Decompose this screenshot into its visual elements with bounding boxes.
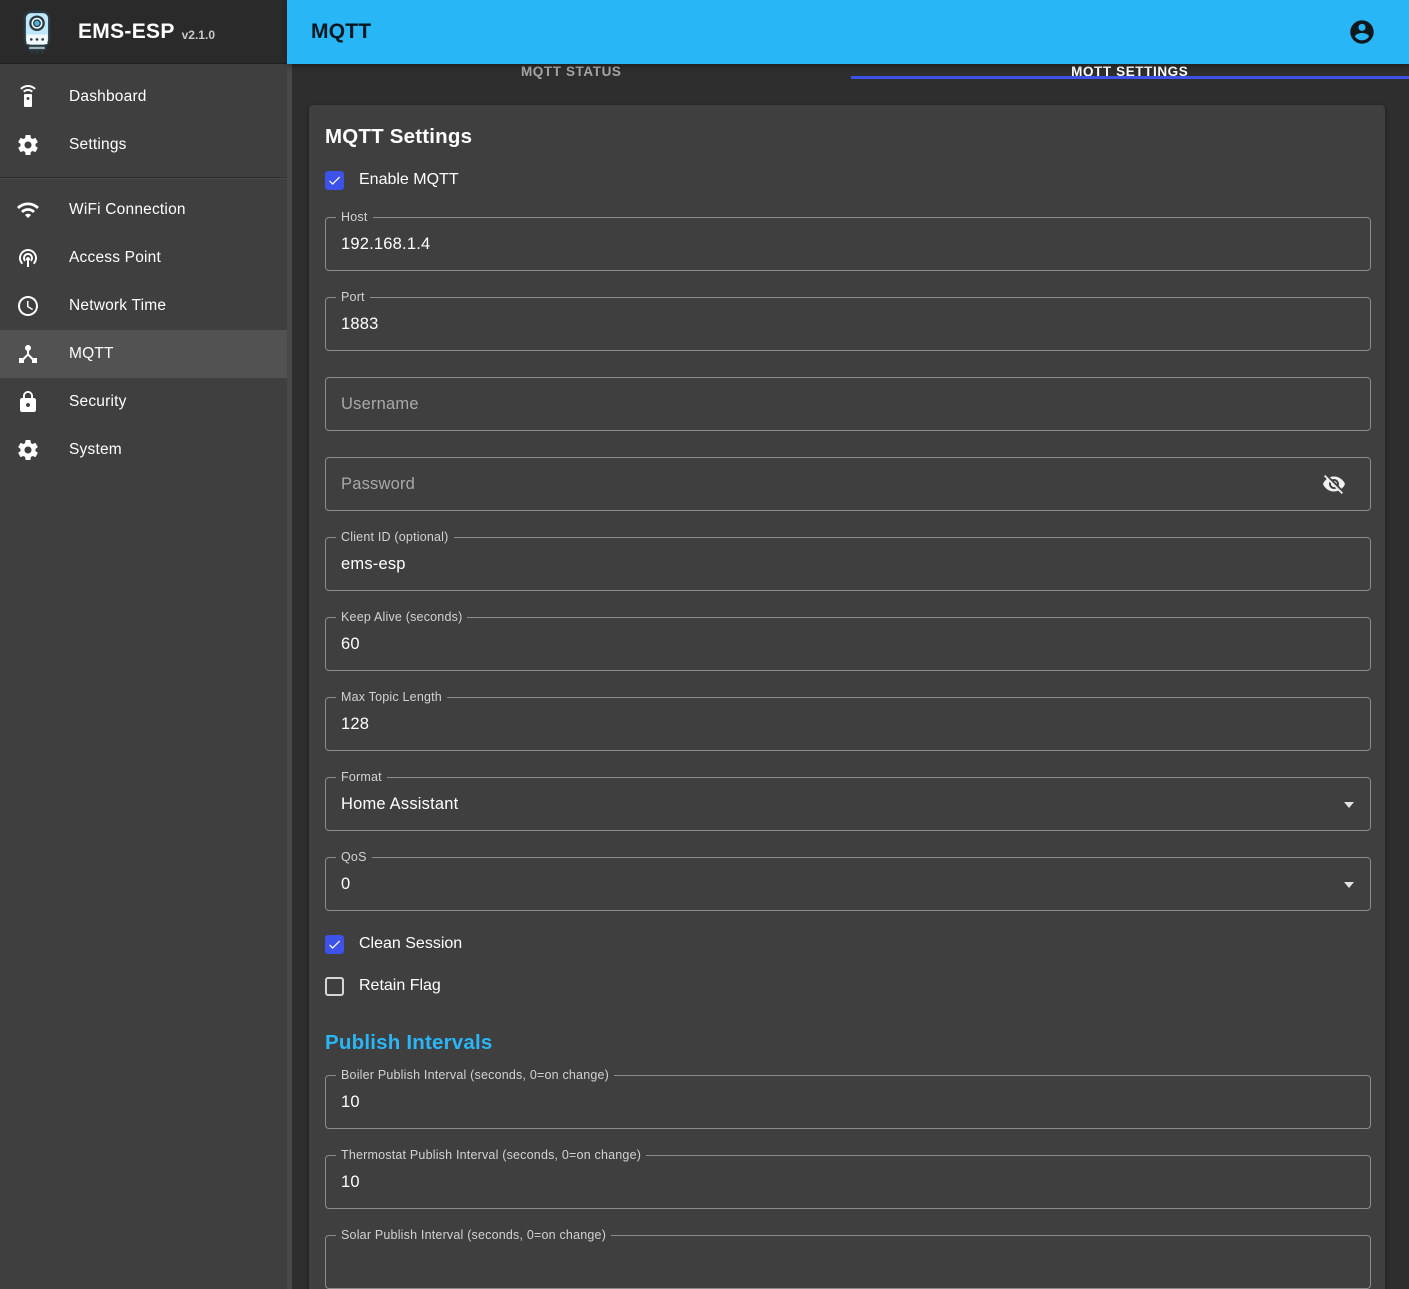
- sidebar-item-label: Dashboard: [69, 88, 147, 106]
- chevron-down-icon: [1344, 882, 1354, 888]
- remote-icon: [16, 85, 40, 109]
- field-value: 128: [326, 715, 369, 734]
- sidebar-item-security[interactable]: Security: [0, 378, 287, 426]
- sidebar-item-label: Settings: [69, 136, 127, 154]
- field-value: 60: [326, 635, 360, 654]
- tab-bar: MQTT STATUS MQTT SETTINGS: [292, 64, 1409, 79]
- field-placeholder: Password: [326, 475, 415, 494]
- mqtt-settings-card: MQTT Settings Enable MQTT Host 192.168.1…: [309, 105, 1385, 1289]
- sidebar-item-dashboard[interactable]: Dashboard: [0, 73, 287, 121]
- visibility-off-icon[interactable]: [1322, 472, 1346, 496]
- field-label: Keep Alive (seconds): [336, 609, 467, 626]
- thermostat-publish-interval-field[interactable]: Thermostat Publish Interval (seconds, 0=…: [325, 1155, 1371, 1209]
- app-root: EMS-ESP v2.1.0 Dashboard Settings: [0, 0, 1409, 1289]
- content-body: MQTT STATUS MQTT SETTINGS MQTT Settings …: [287, 64, 1409, 1289]
- checkbox-icon: [325, 935, 344, 954]
- sidebar: EMS-ESP v2.1.0 Dashboard Settings: [0, 0, 287, 1289]
- checkbox-label: Enable MQTT: [359, 171, 459, 189]
- sidebar-item-wifi-connection[interactable]: WiFi Connection: [0, 186, 287, 234]
- device-hub-icon: [16, 342, 40, 366]
- field-label: Host: [336, 209, 373, 226]
- sidebar-item-label: Access Point: [69, 249, 161, 267]
- sidebar-item-system[interactable]: System: [0, 426, 287, 474]
- wifi-icon: [16, 198, 40, 222]
- sidebar-item-settings[interactable]: Settings: [0, 121, 287, 169]
- tab-mqtt-status[interactable]: MQTT STATUS: [292, 64, 851, 79]
- field-label: Max Topic Length: [336, 689, 447, 706]
- sidebar-item-label: System: [69, 441, 122, 459]
- field-value: 0: [326, 875, 350, 894]
- appbar: MQTT: [287, 0, 1409, 64]
- enable-mqtt-checkbox[interactable]: Enable MQTT: [325, 169, 1371, 191]
- wifi-tethering-icon: [16, 246, 40, 270]
- field-value: 1883: [326, 315, 379, 334]
- field-label: Port: [336, 289, 370, 306]
- password-field[interactable]: Password: [325, 457, 1371, 511]
- boiler-logo-icon: [18, 9, 56, 55]
- tab-mqtt-settings[interactable]: MQTT SETTINGS: [851, 64, 1409, 79]
- publish-intervals-title: Publish Intervals: [325, 1031, 1371, 1055]
- sidebar-menu: Dashboard Settings WiFi Connection A: [0, 64, 287, 474]
- field-label: Boiler Publish Interval (seconds, 0=on c…: [336, 1067, 614, 1084]
- field-label: Thermostat Publish Interval (seconds, 0=…: [336, 1147, 646, 1164]
- field-value: 10: [326, 1093, 360, 1112]
- checkbox-icon: [325, 977, 344, 996]
- field-value: 10: [326, 1173, 360, 1192]
- host-field[interactable]: Host 192.168.1.4: [325, 217, 1371, 271]
- sidebar-item-label: MQTT: [69, 345, 114, 363]
- gear-icon: [16, 438, 40, 462]
- main-area: MQTT MQTT STATUS MQTT SETTINGS MQTT Sett…: [287, 0, 1409, 1289]
- chevron-down-icon: [1344, 802, 1354, 808]
- field-label: Format: [336, 769, 387, 786]
- field-value: 192.168.1.4: [326, 235, 430, 254]
- sidebar-item-label: Security: [69, 393, 127, 411]
- checkbox-label: Retain Flag: [359, 977, 441, 995]
- account-button[interactable]: [1348, 18, 1376, 46]
- clock-icon: [16, 294, 40, 318]
- username-field[interactable]: Username: [325, 377, 1371, 431]
- page-title: MQTT: [311, 20, 371, 44]
- sidebar-item-label: WiFi Connection: [69, 201, 186, 219]
- form-title: MQTT Settings: [325, 125, 1371, 149]
- sidebar-item-network-time[interactable]: Network Time: [0, 282, 287, 330]
- boiler-publish-interval-field[interactable]: Boiler Publish Interval (seconds, 0=on c…: [325, 1075, 1371, 1129]
- client-id-field[interactable]: Client ID (optional) ems-esp: [325, 537, 1371, 591]
- sidebar-item-access-point[interactable]: Access Point: [0, 234, 287, 282]
- field-value: Home Assistant: [326, 795, 458, 814]
- field-label: Solar Publish Interval (seconds, 0=on ch…: [336, 1227, 611, 1244]
- qos-select[interactable]: QoS 0: [325, 857, 1371, 911]
- checkbox-icon: [325, 171, 344, 190]
- retain-flag-checkbox[interactable]: Retain Flag: [325, 975, 1371, 997]
- checkbox-label: Clean Session: [359, 935, 462, 953]
- sidebar-item-mqtt[interactable]: MQTT: [0, 330, 287, 378]
- sidebar-item-label: Network Time: [69, 297, 166, 315]
- max-topic-length-field[interactable]: Max Topic Length 128: [325, 697, 1371, 751]
- clean-session-checkbox[interactable]: Clean Session: [325, 933, 1371, 955]
- sidebar-divider: [0, 177, 287, 178]
- field-placeholder: Username: [326, 395, 419, 414]
- field-label: QoS: [336, 849, 372, 866]
- gear-icon: [16, 133, 40, 157]
- keep-alive-field[interactable]: Keep Alive (seconds) 60: [325, 617, 1371, 671]
- field-value: ems-esp: [326, 555, 406, 574]
- format-select[interactable]: Format Home Assistant: [325, 777, 1371, 831]
- app-logo-header: EMS-ESP v2.1.0: [0, 0, 287, 64]
- field-label: Client ID (optional): [336, 529, 454, 546]
- solar-publish-interval-field[interactable]: Solar Publish Interval (seconds, 0=on ch…: [325, 1235, 1371, 1289]
- account-circle-icon: [1348, 18, 1376, 46]
- lock-icon: [16, 390, 40, 414]
- app-title: EMS-ESP: [78, 20, 175, 44]
- app-version: v2.1.0: [182, 28, 215, 42]
- port-field[interactable]: Port 1883: [325, 297, 1371, 351]
